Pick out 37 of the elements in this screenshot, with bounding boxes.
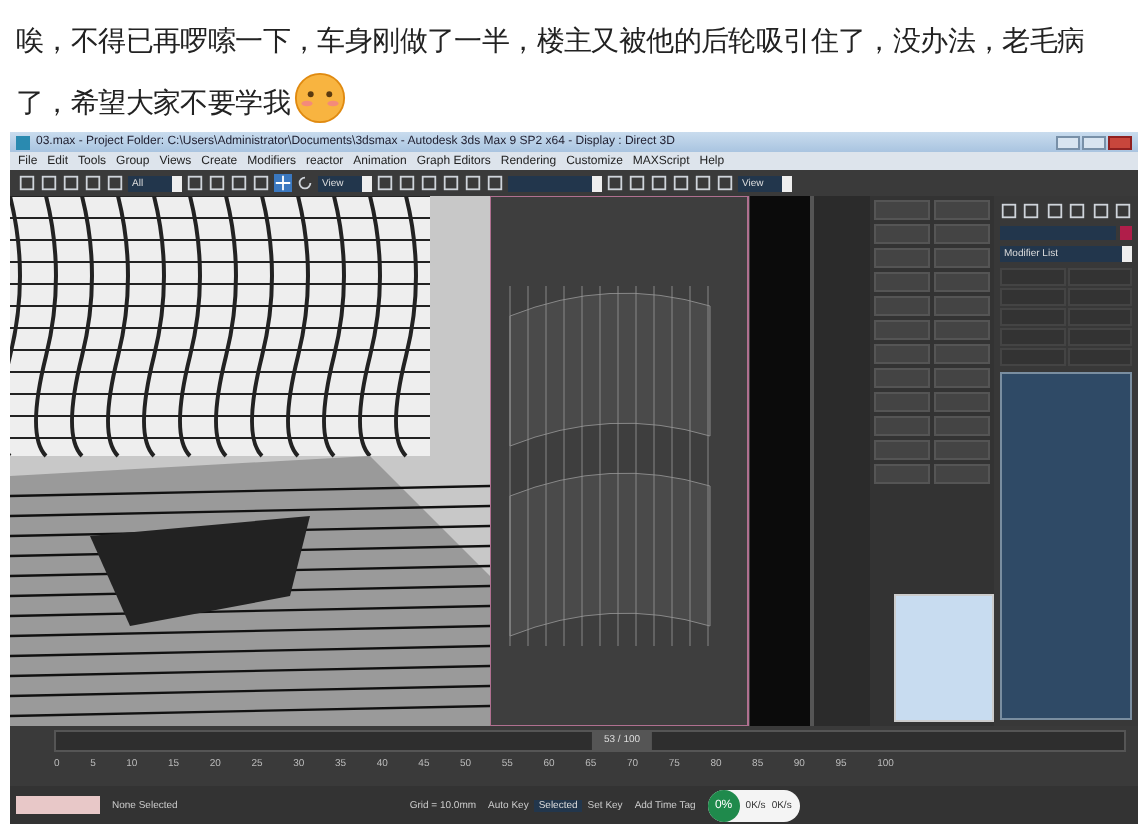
panel-button[interactable]: [874, 440, 930, 460]
maximize-button[interactable]: [1082, 135, 1106, 149]
panel-button[interactable]: [934, 272, 990, 292]
panel-button[interactable]: [934, 200, 990, 220]
panel-button[interactable]: [874, 368, 930, 388]
panel-button[interactable]: [874, 392, 930, 412]
panel-button[interactable]: [874, 344, 930, 364]
panel-button[interactable]: [934, 464, 990, 484]
panel-button[interactable]: [934, 320, 990, 340]
named-selection-field[interactable]: [508, 175, 602, 191]
listener-field[interactable]: [16, 796, 100, 814]
panel-button[interactable]: [934, 416, 990, 436]
panel-button[interactable]: [874, 296, 930, 316]
app-icon: [16, 135, 30, 149]
panel-button[interactable]: [934, 368, 990, 388]
smiley-emoticon-icon: [294, 72, 347, 124]
post-text: 唉，不得已再啰嗦一下，车身刚做了一半，楼主又被他的后轮吸引住了，没办法，老毛病: [16, 24, 1085, 62]
panel-button[interactable]: [874, 224, 930, 244]
panel-button[interactable]: [934, 344, 990, 364]
rotate-icon[interactable]: [296, 174, 314, 192]
panel-button[interactable]: [934, 248, 990, 268]
minimize-button[interactable]: [1056, 135, 1080, 149]
post-text: 了，希望大家不要学我: [16, 86, 291, 124]
close-button[interactable]: [1108, 135, 1132, 149]
panel-button[interactable]: [874, 200, 930, 220]
panel-button[interactable]: [874, 272, 930, 292]
panel-button[interactable]: [934, 296, 990, 316]
panel-button[interactable]: [874, 320, 930, 340]
panel-button[interactable]: [874, 464, 930, 484]
panel-button[interactable]: [934, 440, 990, 460]
object-color-swatch[interactable]: [1120, 226, 1132, 240]
avatar-picture: [894, 594, 994, 722]
panel-button[interactable]: [934, 392, 990, 412]
panel-button[interactable]: [934, 224, 990, 244]
move-icon[interactable]: [274, 174, 292, 192]
panel-button[interactable]: [874, 416, 930, 436]
panel-button[interactable]: [874, 248, 930, 268]
